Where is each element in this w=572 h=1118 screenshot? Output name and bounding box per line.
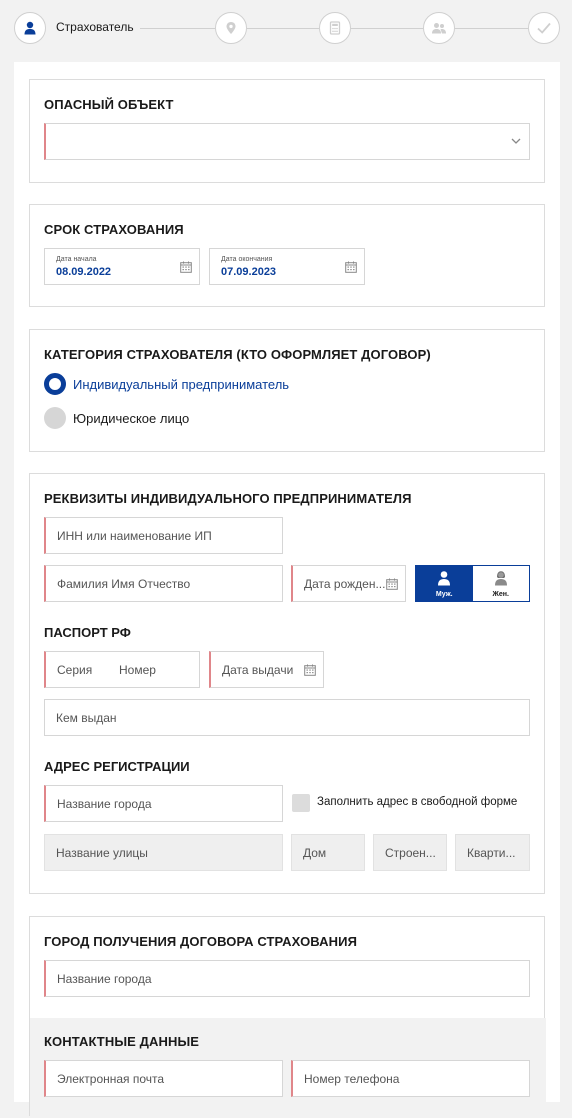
contract-city-title: ГОРОД ПОЛУЧЕНИЯ ДОГОВОРА СТРАХОВАНИЯ [44,934,358,949]
start-date-label: Дата начала [56,256,97,263]
contacts-title: КОНТАКТНЫЕ ДАННЫЕ [44,1034,200,1049]
contract-city-card: ГОРОД ПОЛУЧЕНИЯ ДОГОВОРА СТРАХОВАНИЯ Наз… [29,916,546,1118]
inn-input[interactable]: ИНН или наименование ИП [44,517,283,554]
calculator-icon [329,21,341,35]
passport-series-number-input[interactable]: Серия Номер [44,651,200,688]
contract-city-placeholder: Название города [57,972,152,986]
registration-city-placeholder: Название города [57,797,152,811]
start-date-value: 08.09.2022 [56,266,112,278]
phone-input[interactable]: Номер телефона [291,1060,530,1097]
apartment-placeholder: Кварти... [467,846,516,860]
category-card: КАТЕГОРИЯ СТРАХОВАТЕЛЯ (КТО ОФОРМЛЯЕТ ДО… [29,329,545,452]
start-date-field[interactable]: Дата начала 08.09.2022 [44,248,200,285]
street-input[interactable]: Название улицы [44,834,283,871]
hazard-title: ОПАСНЫЙ ОБЪЕКТ [44,97,174,112]
gender-female-label: Жен. [492,591,509,598]
form-container: ОПАСНЫЙ ОБЪЕКТ СРОК СТРАХОВАНИЯ Дата нач… [14,62,560,1118]
issued-by-input[interactable]: Кем выдан [44,699,530,736]
street-placeholder: Название улицы [56,846,148,860]
end-date-field[interactable]: Дата окончания 07.09.2023 [209,248,365,285]
gender-toggle: Муж. Жен. [415,565,530,602]
step-calculation[interactable] [319,12,351,44]
calendar-icon[interactable] [386,578,398,590]
location-pin-icon [226,22,236,34]
step-connector [455,28,528,29]
passport-number-placeholder: Номер [119,663,156,677]
contract-city-input[interactable]: Название города [44,960,530,997]
hazard-card: ОПАСНЫЙ ОБЪЕКТ [29,79,545,183]
gender-female-option[interactable]: Жен. [473,566,530,601]
hazard-object-select[interactable] [44,123,530,160]
radio-legal-entity[interactable] [44,407,66,429]
gender-male-option[interactable]: Муж. [416,566,473,601]
step-participants[interactable] [423,12,455,44]
category-title: КАТЕГОРИЯ СТРАХОВАТЕЛЯ (КТО ОФОРМЛЯЕТ ДО… [44,347,431,362]
end-date-value: 07.09.2023 [221,266,277,278]
registration-city-input[interactable]: Название города [44,785,283,822]
passport-issue-date-input[interactable]: Дата выдачи [209,651,324,688]
person-icon [24,21,36,35]
step-current-label: Страхователь [56,20,134,34]
entrepreneur-details-card: РЕКВИЗИТЫ ИНДИВИДУАЛЬНОГО ПРЕДПРИНИМАТЕЛ… [29,473,545,894]
calendar-icon[interactable] [304,664,316,676]
building-input[interactable]: Строен... [373,834,447,871]
full-name-input[interactable]: Фамилия Имя Отчество [44,565,283,602]
gender-male-label: Муж. [435,591,453,598]
house-placeholder: Дом [303,846,327,860]
calendar-icon[interactable] [180,261,192,273]
issued-by-placeholder: Кем выдан [56,711,117,725]
calendar-icon[interactable] [345,261,357,273]
female-icon [494,571,507,586]
checkmark-icon [537,22,551,34]
free-form-address-checkbox[interactable] [292,794,310,812]
birth-date-placeholder: Дата рожден... [304,577,386,591]
end-date-label: Дата окончания [221,256,273,263]
email-input[interactable]: Электронная почта [44,1060,283,1097]
step-connector [140,28,215,29]
radio-individual-entrepreneur-label[interactable]: Индивидуальный предприниматель [73,377,289,392]
building-placeholder: Строен... [385,846,436,860]
step-insurer[interactable] [14,12,46,44]
progress-stepper: Страхователь [0,0,572,56]
step-object[interactable] [215,12,247,44]
free-form-address-label[interactable]: Заполнить адрес в свободной форме [317,796,517,808]
phone-placeholder: Номер телефона [304,1072,400,1086]
step-connector [247,28,319,29]
passport-title: ПАСПОРТ РФ [44,625,131,640]
male-icon [438,571,450,586]
full-name-placeholder: Фамилия Имя Отчество [57,577,191,591]
inn-placeholder: ИНН или наименование ИП [57,529,212,543]
email-placeholder: Электронная почта [57,1072,165,1086]
address-title: АДРЕС РЕГИСТРАЦИИ [44,759,190,774]
radio-individual-entrepreneur[interactable] [44,373,66,395]
passport-series-placeholder: Серия [57,663,93,677]
radio-legal-entity-label[interactable]: Юридическое лицо [73,411,189,426]
people-icon [432,23,446,34]
term-title: СРОК СТРАХОВАНИЯ [44,222,184,237]
contacts-section: КОНТАКТНЫЕ ДАННЫЕ Электронная почта Номе… [30,1018,546,1118]
term-card: СРОК СТРАХОВАНИЯ Дата начала 08.09.2022 … [29,204,545,307]
details-title: РЕКВИЗИТЫ ИНДИВИДУАЛЬНОГО ПРЕДПРИНИМАТЕЛ… [44,491,412,506]
chevron-down-icon [511,138,521,144]
step-connector [351,28,423,29]
house-input[interactable]: Дом [291,834,365,871]
apartment-input[interactable]: Кварти... [455,834,530,871]
birth-date-input[interactable]: Дата рожден... [291,565,406,602]
issue-date-placeholder: Дата выдачи [222,663,294,677]
step-confirmation[interactable] [528,12,560,44]
